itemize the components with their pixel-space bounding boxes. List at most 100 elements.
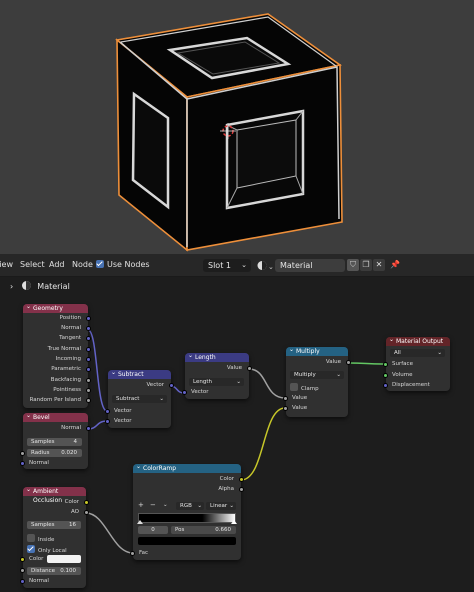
colorramp-mode: RGB xyxy=(180,503,192,509)
socket[interactable] xyxy=(86,426,91,431)
output-input-volume: Volume xyxy=(392,372,413,378)
geometry-output-tangent: Tangent xyxy=(59,335,81,341)
ao-distance-label: Distance xyxy=(31,568,56,574)
geometry-output-random-per-island: Random Per Island xyxy=(29,397,81,403)
ao-only-local-label: Only Local xyxy=(38,548,67,554)
socket[interactable] xyxy=(346,360,351,365)
subtract-output-vector: Vector xyxy=(146,382,164,388)
socket[interactable] xyxy=(86,326,91,331)
output-input-displacement: Displacement xyxy=(392,382,430,388)
geometry-output-incoming: Incoming xyxy=(55,356,81,362)
socket[interactable] xyxy=(169,383,174,388)
node-output-title: Material Output xyxy=(386,335,450,346)
node-material-output[interactable]: Material Output All ⌄ Surface Volume Dis… xyxy=(383,335,450,391)
colorramp-pos-label: Pos xyxy=(175,527,185,533)
bevel-samples-field[interactable]: Samples 4 xyxy=(27,438,82,446)
geometry-output-position: Position xyxy=(59,315,81,321)
ao-only-local-toggle[interactable]: Only Local xyxy=(27,545,67,555)
ao-samples-field[interactable]: Samples 16 xyxy=(27,521,81,529)
socket[interactable] xyxy=(105,409,110,414)
colorramp-mode-dropdown[interactable]: RGB ⌄ xyxy=(176,502,204,510)
socket[interactable] xyxy=(84,510,89,515)
ao-color-swatch[interactable] xyxy=(47,555,81,563)
colorramp-stop-white[interactable] xyxy=(231,520,237,524)
socket[interactable] xyxy=(86,357,91,362)
output-input-surface: Surface xyxy=(392,361,413,367)
ao-inside-toggle[interactable]: Inside xyxy=(27,534,54,544)
length-input-vector: Vector xyxy=(191,389,209,395)
socket[interactable] xyxy=(182,390,187,395)
multiply-input-value-1: Value xyxy=(292,395,308,401)
length-operation-dropdown[interactable]: Length ⌄ xyxy=(189,378,244,386)
socket[interactable] xyxy=(239,487,244,492)
ao-input-normal: Normal xyxy=(29,578,49,584)
socket[interactable] xyxy=(86,367,91,372)
node-ao-title: Ambient Occlusion xyxy=(23,485,86,504)
ao-input-color-label: Color xyxy=(29,556,44,562)
socket[interactable] xyxy=(84,500,89,505)
chevron-down-icon: ⌄ xyxy=(159,396,164,402)
socket[interactable] xyxy=(247,366,252,371)
geometry-output-true-normal: True Normal xyxy=(47,346,81,352)
bevel-samples-label: Samples xyxy=(31,439,55,445)
socket[interactable] xyxy=(20,568,25,573)
node-ambient-occlusion[interactable]: Ambient Occlusion Color AO Samples 16 In… xyxy=(20,485,89,588)
ao-only-local-checkbox[interactable] xyxy=(27,545,35,553)
socket[interactable] xyxy=(20,579,25,584)
chevron-down-icon: ⌄ xyxy=(336,372,341,378)
multiply-operation-dropdown[interactable]: Multiply ⌄ xyxy=(290,371,344,379)
socket[interactable] xyxy=(239,477,244,482)
node-colorramp[interactable]: ColorRamp Color Alpha + − ⌄ RGB ⌄ Linear… xyxy=(130,462,244,560)
node-colorramp-title: ColorRamp xyxy=(133,462,241,473)
subtract-operation-dropdown[interactable]: Subtract ⌄ xyxy=(112,395,167,403)
length-operation: Length xyxy=(193,379,212,385)
colorramp-output-alpha: Alpha xyxy=(218,486,234,492)
colorramp-interp-dropdown[interactable]: Linear ⌄ xyxy=(206,502,236,510)
colorramp-stop-index[interactable]: 0 xyxy=(138,526,168,534)
colorramp-gradient-bar[interactable] xyxy=(137,513,237,524)
multiply-clamp-toggle[interactable]: Clamp xyxy=(290,383,319,393)
socket[interactable] xyxy=(383,373,388,378)
socket[interactable] xyxy=(283,396,288,401)
output-target: All xyxy=(394,350,401,356)
socket[interactable] xyxy=(20,557,25,562)
ao-distance-value: 0.100 xyxy=(60,568,76,574)
ao-distance-field[interactable]: Distance 0.100 xyxy=(27,567,81,575)
ao-inside-label: Inside xyxy=(38,537,55,543)
colorramp-stop-black[interactable] xyxy=(137,520,143,524)
node-geometry[interactable]: Geometry Position Normal Tangent True No… xyxy=(23,302,91,408)
socket[interactable] xyxy=(105,419,110,424)
socket[interactable] xyxy=(86,378,91,383)
chevron-down-icon: ⌄ xyxy=(197,503,202,509)
colorramp-pos-field[interactable]: Pos 0.660 xyxy=(171,526,236,534)
colorramp-stop-color-swatch[interactable] xyxy=(138,537,236,545)
ao-inside-checkbox[interactable] xyxy=(27,534,35,542)
subtract-operation: Subtract xyxy=(116,396,140,402)
socket[interactable] xyxy=(86,347,91,352)
socket[interactable] xyxy=(383,362,388,367)
colorramp-menu-button[interactable]: ⌄ xyxy=(163,502,168,509)
bevel-radius-field[interactable]: Radius 0.020 xyxy=(27,449,82,457)
socket[interactable] xyxy=(86,398,91,403)
socket[interactable] xyxy=(283,406,288,411)
node-length[interactable]: Length Value Length ⌄ Vector xyxy=(182,351,252,399)
socket[interactable] xyxy=(383,383,388,388)
node-subtract[interactable]: Subtract Vector Subtract ⌄ Vector Vector xyxy=(105,368,174,428)
multiply-clamp-checkbox[interactable] xyxy=(290,383,298,391)
subtract-input-vector-2: Vector xyxy=(114,418,132,424)
bevel-output-normal: Normal xyxy=(61,425,81,431)
socket[interactable] xyxy=(20,461,25,466)
node-length-title: Length xyxy=(185,351,249,362)
remove-stop-button[interactable]: − xyxy=(150,502,156,509)
socket[interactable] xyxy=(130,551,135,556)
socket[interactable] xyxy=(86,388,91,393)
chevron-down-icon: ⌄ xyxy=(229,503,234,509)
add-stop-button[interactable]: + xyxy=(138,502,144,509)
socket[interactable] xyxy=(86,316,91,321)
node-bevel-title: Bevel xyxy=(23,411,88,422)
socket[interactable] xyxy=(86,336,91,341)
output-target-dropdown[interactable]: All ⌄ xyxy=(390,349,445,357)
node-bevel[interactable]: Bevel Normal Samples 4 Radius 0.020 Norm… xyxy=(20,411,91,469)
socket[interactable] xyxy=(20,451,25,456)
node-multiply[interactable]: Multiply Value Multiply ⌄ Clamp Value Va… xyxy=(283,345,351,417)
